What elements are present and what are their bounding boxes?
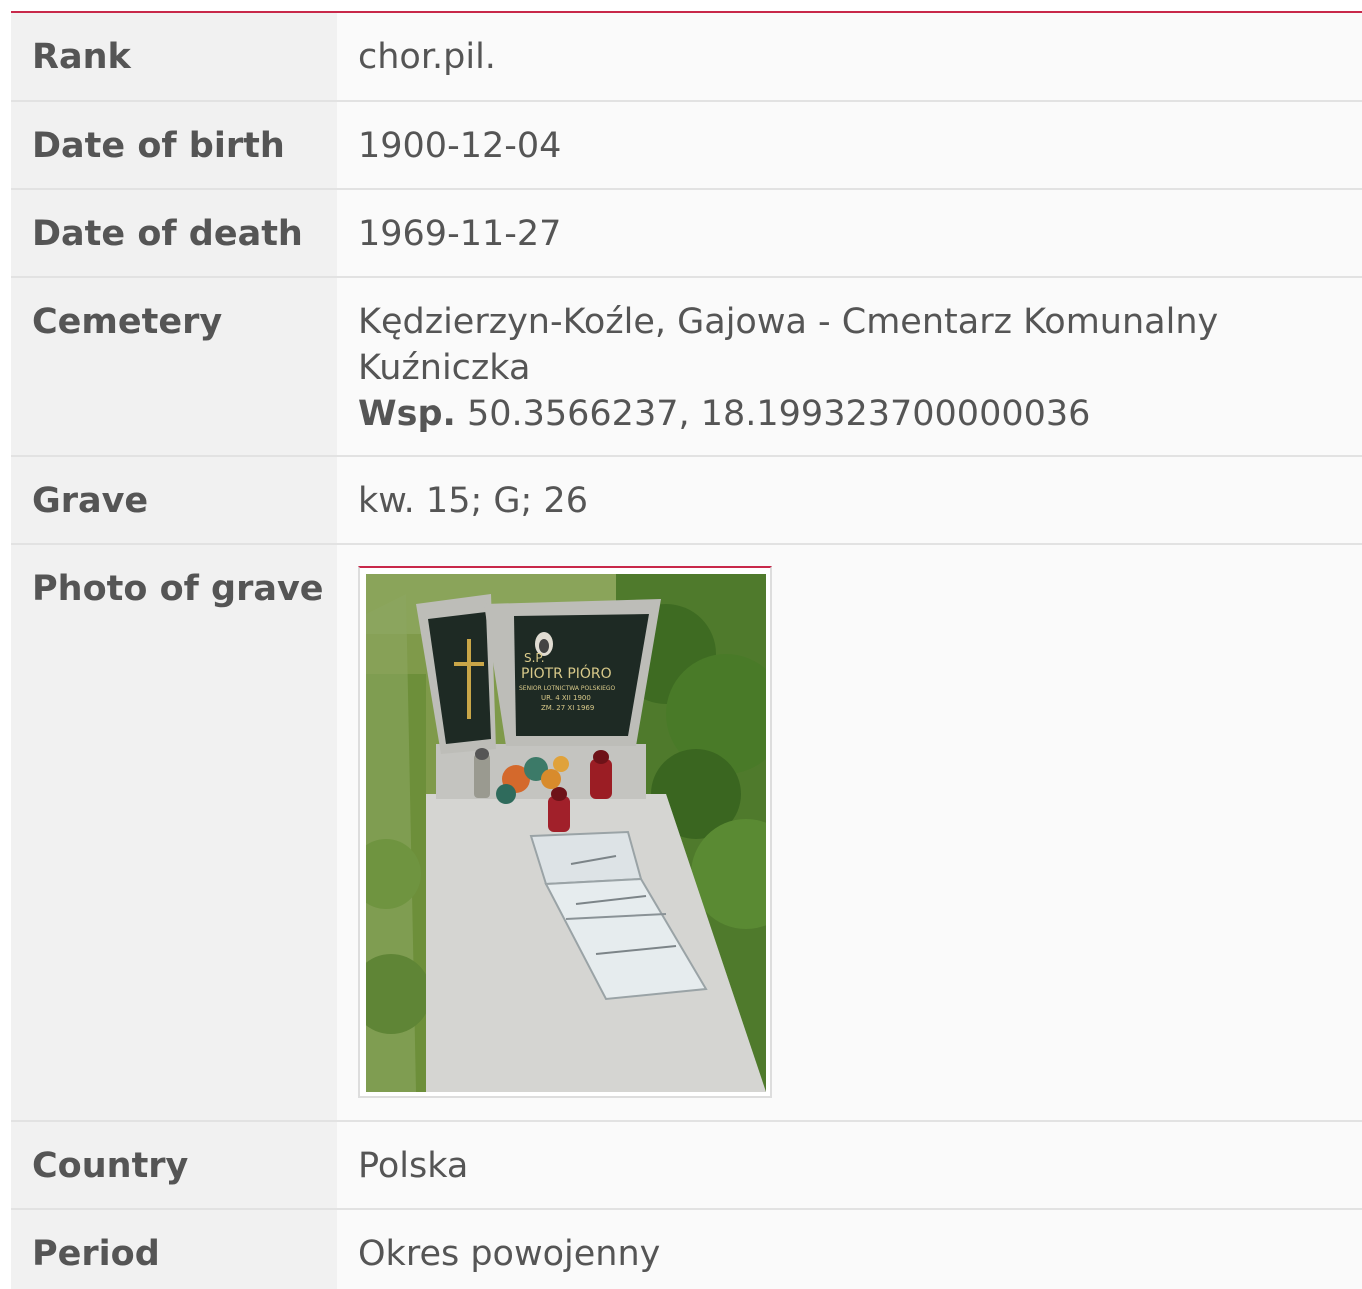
inscription-sp: S.P. <box>524 651 545 665</box>
inscription-born: UR. 4 XII 1900 <box>541 694 591 702</box>
row-period: Period Okres powojenny <box>11 1209 1362 1289</box>
inscription-name: PIOTR PIÓRO <box>521 664 612 682</box>
coordinates-label: Wsp. <box>358 394 456 434</box>
row-rank: Rank chor.pil. <box>11 13 1362 102</box>
period-value: Okres powojenny <box>337 1209 1362 1289</box>
grave-photo: S.P. PIOTR PIÓRO SENIOR LOTNICTWA POLSKI… <box>366 574 766 1092</box>
row-country: Country Polska <box>11 1121 1362 1210</box>
photo-of-grave-label: Photo of grave <box>11 544 337 1122</box>
period-label: Period <box>11 1209 337 1289</box>
grave-details-panel: Rank chor.pil. Date of birth 1900-12-04 … <box>11 11 1362 1289</box>
date-of-birth-label: Date of birth <box>11 101 337 190</box>
row-grave: Grave kw. 15; G; 26 <box>11 456 1362 545</box>
row-cemetery: Cemetery Kędzierzyn-Koźle, Gajowa - Cmen… <box>11 277 1362 457</box>
grave-label: Grave <box>11 456 337 545</box>
rank-value: chor.pil. <box>337 13 1362 102</box>
cemetery-cell: Kędzierzyn-Koźle, Gajowa - Cmentarz Komu… <box>337 277 1362 457</box>
date-of-death-label: Date of death <box>11 189 337 278</box>
row-date-of-birth: Date of birth 1900-12-04 <box>11 101 1362 190</box>
details-table: Rank chor.pil. Date of birth 1900-12-04 … <box>11 13 1362 1289</box>
grave-photo-link[interactable]: S.P. PIOTR PIÓRO SENIOR LOTNICTWA POLSKI… <box>358 566 772 1098</box>
country-value: Polska <box>337 1121 1362 1210</box>
row-photo-of-grave: Photo of grave S.P. PIOTR PIÓRO SENIOR L… <box>11 544 1362 1122</box>
rank-label: Rank <box>11 13 337 102</box>
inscription-died: ZM. 27 XI 1969 <box>541 704 594 712</box>
date-of-birth-value: 1900-12-04 <box>337 101 1362 190</box>
cemetery-coordinates: Wsp. 50.3566237, 18.199323700000036 <box>358 391 1362 437</box>
cemetery-name: Kędzierzyn-Koźle, Gajowa - Cmentarz Komu… <box>358 302 1219 388</box>
cemetery-label: Cemetery <box>11 277 337 457</box>
grave-value: kw. 15; G; 26 <box>337 456 1362 545</box>
country-label: Country <box>11 1121 337 1210</box>
row-date-of-death: Date of death 1969-11-27 <box>11 189 1362 278</box>
date-of-death-value: 1969-11-27 <box>337 189 1362 278</box>
coordinates-value: 50.3566237, 18.199323700000036 <box>466 394 1091 434</box>
inscription-title: SENIOR LOTNICTWA POLSKIEGO <box>519 685 616 692</box>
photo-cell: S.P. PIOTR PIÓRO SENIOR LOTNICTWA POLSKI… <box>337 544 1362 1122</box>
